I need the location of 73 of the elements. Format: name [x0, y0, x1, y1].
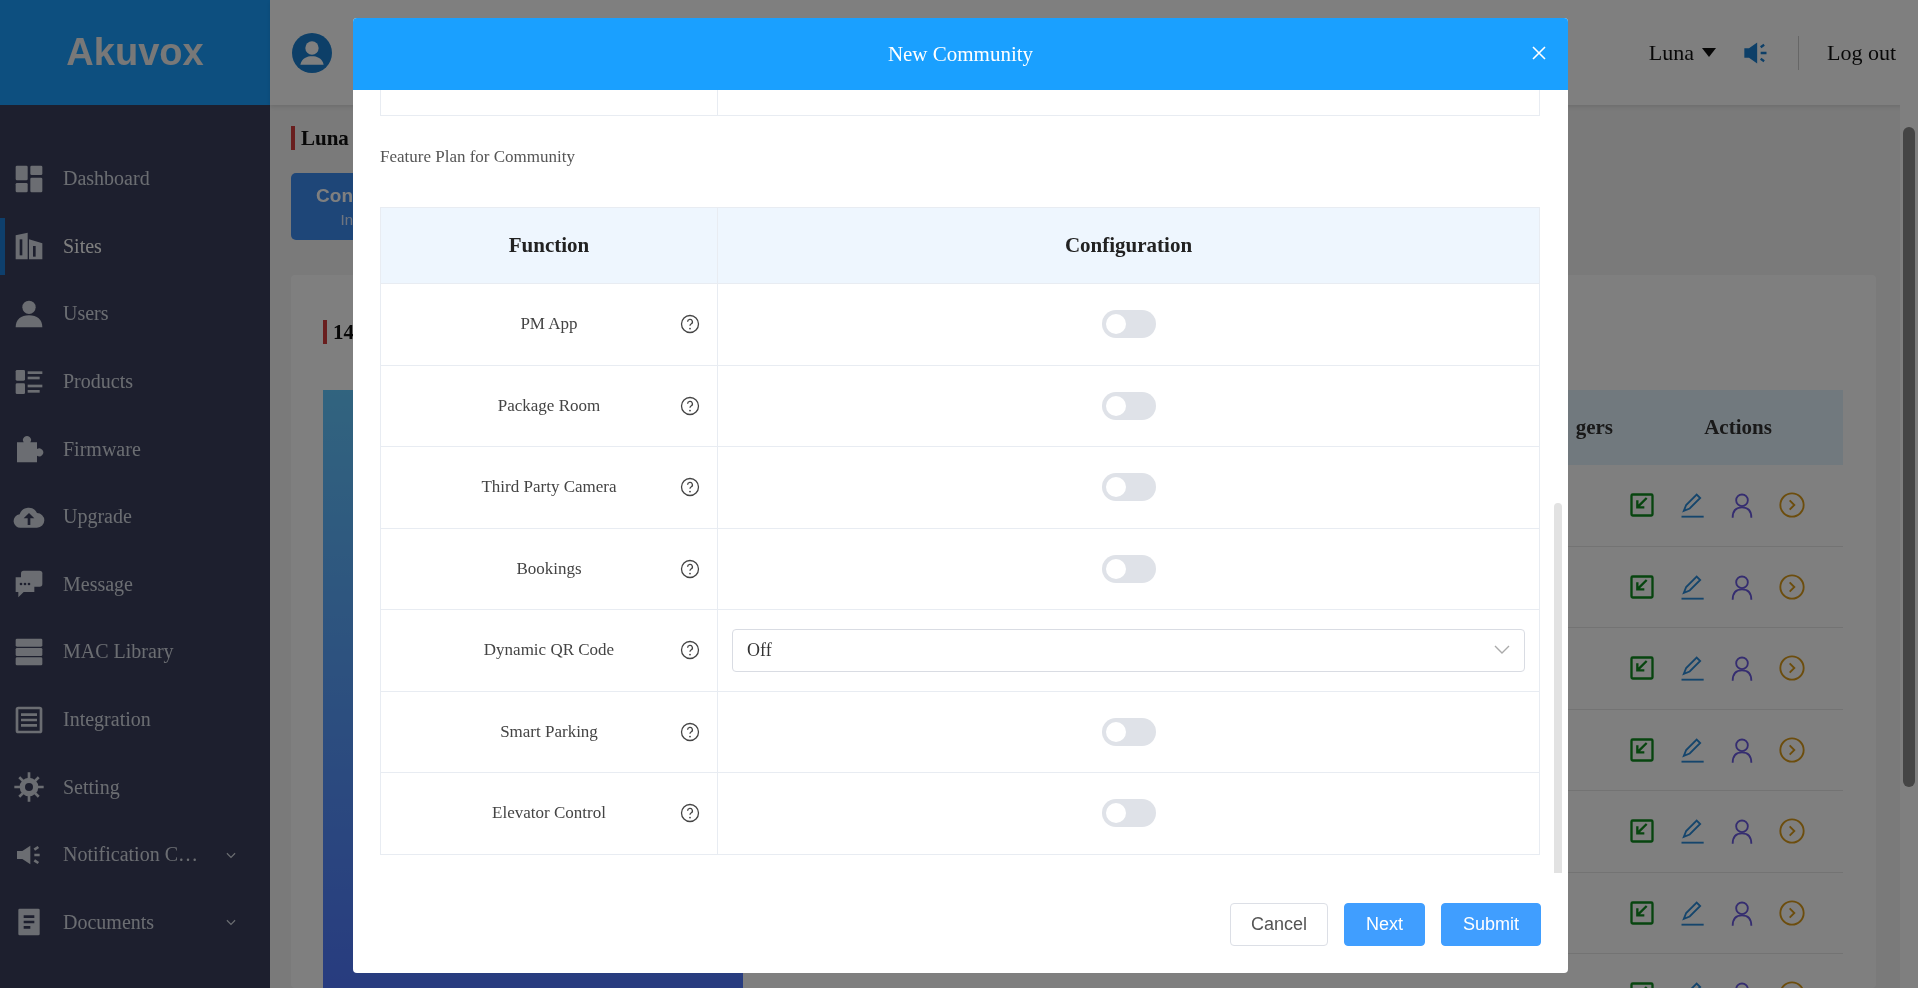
import-icon[interactable] — [1628, 735, 1656, 764]
submit-button[interactable]: Submit — [1440, 903, 1541, 946]
logout-link[interactable]: Log out — [1826, 39, 1896, 66]
cancel-button[interactable]: Cancel — [1229, 903, 1328, 946]
column-header: gers — [1575, 415, 1613, 440]
help-icon[interactable] — [680, 640, 700, 661]
feature-name: Package Room — [497, 395, 601, 416]
dialog-title: New Community — [887, 41, 1034, 67]
sidebar-item[interactable]: Dashboard — [0, 145, 270, 213]
title-marker — [291, 126, 295, 150]
help-icon[interactable] — [680, 314, 700, 335]
help-icon[interactable] — [680, 395, 700, 416]
sidebar-item[interactable]: Integration — [0, 685, 270, 754]
title-marker — [323, 320, 327, 344]
sidebar-item[interactable]: Message — [0, 550, 270, 619]
arrow-circle-icon[interactable] — [1778, 898, 1806, 927]
toggle-switch[interactable] — [1101, 473, 1156, 502]
feature-name: Elevator Control — [492, 803, 606, 824]
feature-name: PM App — [520, 314, 578, 335]
sidebar-item[interactable]: MAC Library — [0, 618, 270, 686]
community-tab[interactable]: Con In — [291, 173, 353, 240]
settings-icon — [13, 771, 45, 804]
import-icon[interactable] — [1628, 491, 1656, 520]
sidebar-item[interactable]: Firmware — [0, 415, 270, 483]
toggle-switch[interactable] — [1101, 554, 1156, 583]
chevron-icon — [1494, 645, 1510, 656]
import-icon[interactable] — [1628, 572, 1656, 601]
section-title: 14 — [333, 319, 354, 345]
user-menu[interactable]: Luna — [1648, 39, 1716, 66]
arrow-circle-icon[interactable] — [1778, 572, 1806, 601]
dropdown[interactable]: Off — [732, 628, 1525, 672]
avatar-icon — [292, 32, 332, 73]
import-icon[interactable] — [1628, 817, 1656, 846]
toggle-switch[interactable] — [1101, 310, 1156, 339]
logo: Akuvox — [66, 31, 204, 74]
sidebar-item[interactable]: Upgrade — [0, 482, 270, 551]
arrow-circle-icon[interactable] — [1778, 735, 1806, 764]
sidebar-item[interactable]: Products — [0, 347, 270, 416]
feature-name: Bookings — [516, 558, 582, 579]
feature-name: Smart Parking — [500, 721, 598, 742]
section-label: Feature Plan for Community — [380, 147, 576, 167]
next-button[interactable]: Next — [1343, 903, 1425, 946]
caret-icon — [1701, 47, 1716, 58]
tab-title: Con — [316, 185, 353, 207]
toggle-switch[interactable] — [1101, 717, 1156, 746]
import-icon[interactable] — [1628, 654, 1656, 683]
sidebar-item[interactable]: Setting — [0, 753, 270, 821]
scrollbar[interactable] — [1900, 105, 1918, 988]
import-icon[interactable] — [1628, 898, 1656, 927]
page-title: Luna — [301, 125, 349, 151]
help-icon[interactable] — [680, 803, 700, 824]
tab-subtitle: In — [340, 211, 353, 228]
help-icon[interactable] — [680, 477, 700, 498]
sidebar-item[interactable]: Users — [0, 280, 270, 348]
help-icon[interactable] — [680, 721, 700, 742]
feature-name: Dynamic QR Code — [483, 640, 615, 661]
arrow-circle-icon[interactable] — [1778, 491, 1806, 520]
feature-name: Third Party Camera — [481, 477, 617, 498]
close-icon[interactable] — [1532, 46, 1546, 60]
arrow-circle-icon[interactable] — [1778, 654, 1806, 683]
scrollbar-thumb[interactable] — [1903, 127, 1915, 787]
sidebar-item[interactable]: Sites — [0, 212, 270, 281]
sidebar-item[interactable]: Notification C… — [0, 820, 270, 889]
help-icon[interactable] — [680, 558, 700, 579]
column-header: Actions — [1703, 415, 1773, 440]
scrollbar[interactable] — [1554, 503, 1562, 873]
column-header: Configuration — [1064, 233, 1193, 258]
arrow-circle-icon[interactable] — [1778, 817, 1806, 846]
toggle-switch[interactable] — [1101, 799, 1156, 828]
column-header: Function — [508, 233, 590, 258]
toggle-switch[interactable] — [1101, 391, 1156, 420]
user-icon — [13, 298, 45, 330]
sidebar-item[interactable]: Documents — [0, 888, 270, 957]
